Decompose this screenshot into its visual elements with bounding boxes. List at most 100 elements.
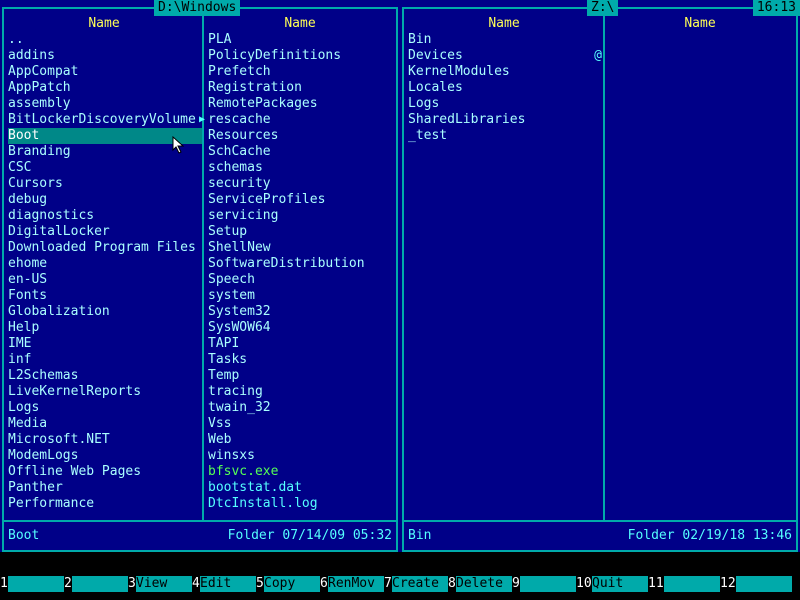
- file-list-item[interactable]: tracing: [208, 384, 394, 400]
- fkey-11[interactable]: 11: [648, 576, 720, 592]
- file-list-item[interactable]: Setup: [208, 224, 394, 240]
- file-list-item[interactable]: SchCache: [208, 144, 394, 160]
- file-list-item[interactable]: Media: [8, 416, 202, 432]
- file-list-item[interactable]: Downloaded Program Files: [8, 240, 202, 256]
- file-list-item[interactable]: Microsoft.NET: [8, 432, 202, 448]
- file-list-item[interactable]: Fonts: [8, 288, 202, 304]
- fkey-6[interactable]: 6 RenMov: [320, 576, 384, 592]
- file-list-item[interactable]: SoftwareDistribution: [208, 256, 394, 272]
- left-status-divider: [2, 520, 398, 522]
- fkey-9[interactable]: 9: [512, 576, 576, 592]
- left-panel[interactable]: D:\Windows Name Name .. addins AppCompat Ap…: [0, 0, 400, 552]
- file-list-item[interactable]: Locales: [408, 80, 602, 96]
- file-list-item[interactable]: DtcInstall.log: [208, 496, 394, 512]
- file-list-item[interactable]: ModemLogs: [8, 448, 202, 464]
- file-list-item[interactable]: AppPatch: [8, 80, 202, 96]
- file-list-item[interactable]: CSC: [8, 160, 202, 176]
- file-list-item[interactable]: security: [208, 176, 394, 192]
- file-list-item[interactable]: _test: [408, 128, 602, 144]
- fkey-5[interactable]: 5 Copy: [256, 576, 320, 592]
- file-list-item[interactable]: PLA: [208, 32, 394, 48]
- file-list-item[interactable]: Prefetch: [208, 64, 394, 80]
- file-list-item[interactable]: ServiceProfiles: [208, 192, 394, 208]
- file-list-item[interactable]: system: [208, 288, 394, 304]
- file-list-item[interactable]: ehome: [8, 256, 202, 272]
- file-list-item[interactable]: Temp: [208, 368, 394, 384]
- fkey-label: [664, 576, 720, 592]
- file-list-item[interactable]: Devices: [408, 48, 602, 64]
- file-list-item[interactable]: Help: [8, 320, 202, 336]
- file-list-item[interactable]: ShellNew: [208, 240, 394, 256]
- file-list-item[interactable]: TAPI: [208, 336, 394, 352]
- fkey-label: Edit: [200, 576, 256, 592]
- right-status-divider: [402, 520, 798, 522]
- file-list-item[interactable]: Globalization: [8, 304, 202, 320]
- file-list-item[interactable]: servicing: [208, 208, 394, 224]
- function-key-bar: 1 2 3 View 4 Edit 5 Copy 6 RenMov 7 Create 8 Delete 9 1…: [0, 576, 800, 592]
- file-list-item[interactable]: addins: [8, 48, 202, 64]
- left-col2-header[interactable]: Name: [208, 16, 392, 32]
- fkey-1[interactable]: 1: [0, 576, 64, 592]
- file-list-item[interactable]: AppCompat: [8, 64, 202, 80]
- right-col1-header[interactable]: Name: [408, 16, 600, 32]
- file-list-item[interactable]: bootstat.dat: [208, 480, 394, 496]
- left-panel-title: D:\Windows: [154, 0, 241, 16]
- fkey-12[interactable]: 12: [720, 576, 792, 592]
- file-list-item[interactable]: diagnostics: [8, 208, 202, 224]
- fkey-2[interactable]: 2: [64, 576, 128, 592]
- file-list-item[interactable]: en-US: [8, 272, 202, 288]
- fkey-label: Create: [392, 576, 448, 592]
- file-list-item[interactable]: Bin: [408, 32, 602, 48]
- left-col1-header[interactable]: Name: [8, 16, 200, 32]
- file-list-item[interactable]: bfsvc.exe: [208, 464, 394, 480]
- fkey-8[interactable]: 8 Delete: [448, 576, 512, 592]
- fkey-number: 6: [320, 576, 328, 591]
- left-column-divider: [202, 16, 204, 520]
- file-list-item[interactable]: schemas: [208, 160, 394, 176]
- file-list-item[interactable]: Registration: [208, 80, 394, 96]
- file-list-item[interactable]: System32: [208, 304, 394, 320]
- file-list-item[interactable]: Resources: [208, 128, 394, 144]
- fkey-number: 5: [256, 576, 264, 591]
- file-list-item[interactable]: Speech: [208, 272, 394, 288]
- file-list-item[interactable]: winsxs: [208, 448, 394, 464]
- clock: 16:13: [752, 0, 800, 16]
- fkey-label: [8, 576, 64, 592]
- file-list-item[interactable]: Performance: [8, 496, 202, 512]
- file-list-item[interactable]: SysWOW64: [208, 320, 394, 336]
- fkey-4[interactable]: 4 Edit: [192, 576, 256, 592]
- file-list-item[interactable]: inf: [8, 352, 202, 368]
- fkey-10[interactable]: 10 Quit: [576, 576, 648, 592]
- fkey-7[interactable]: 7 Create: [384, 576, 448, 592]
- file-list-item[interactable]: Logs: [8, 400, 202, 416]
- file-list-item[interactable]: KernelModules: [408, 64, 602, 80]
- file-list-item[interactable]: LiveKernelReports: [8, 384, 202, 400]
- file-list-item[interactable]: RemotePackages: [208, 96, 394, 112]
- fkey-3[interactable]: 3 View: [128, 576, 192, 592]
- fkey-number: 11: [648, 576, 664, 591]
- file-list-item[interactable]: IME: [8, 336, 202, 352]
- file-list-item[interactable]: Cursors: [8, 176, 202, 192]
- file-list-item[interactable]: BitLockerDiscoveryVolume: [8, 112, 202, 128]
- overflow-marker: ▶: [199, 114, 206, 125]
- file-list-item[interactable]: DigitalLocker: [8, 224, 202, 240]
- file-list-item[interactable]: Panther: [8, 480, 202, 496]
- file-list-item[interactable]: Vss: [208, 416, 394, 432]
- right-col2-header[interactable]: Name: [608, 16, 792, 32]
- fkey-label: [72, 576, 128, 592]
- file-list-item[interactable]: assembly: [8, 96, 202, 112]
- file-list-item[interactable]: debug: [8, 192, 202, 208]
- fkey-label: RenMov: [328, 576, 384, 592]
- file-list-item[interactable]: PolicyDefinitions: [208, 48, 394, 64]
- fkey-label: [736, 576, 792, 592]
- file-list-item[interactable]: SharedLibraries: [408, 112, 602, 128]
- file-list-item[interactable]: Tasks: [208, 352, 394, 368]
- right-panel[interactable]: Z:\ 16:13 Name Name BinDevicesKernelModu…: [400, 0, 800, 552]
- file-list-item[interactable]: twain_32: [208, 400, 394, 416]
- file-list-item[interactable]: ..: [8, 32, 202, 48]
- file-list-item[interactable]: rescache: [208, 112, 394, 128]
- file-list-item[interactable]: Offline Web Pages: [8, 464, 202, 480]
- file-list-item[interactable]: Web: [208, 432, 394, 448]
- file-list-item[interactable]: L2Schemas: [8, 368, 202, 384]
- file-list-item[interactable]: Logs: [408, 96, 602, 112]
